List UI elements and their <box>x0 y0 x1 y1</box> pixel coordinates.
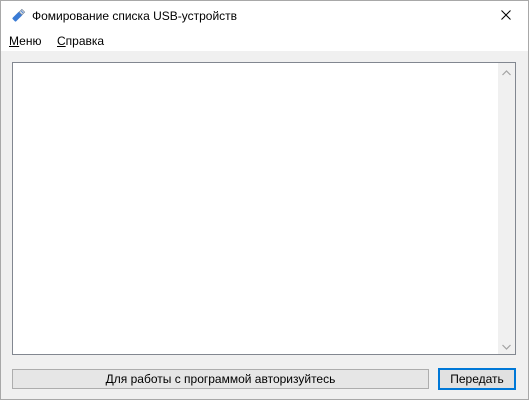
close-icon <box>500 9 511 23</box>
menu-item-help[interactable]: Справка <box>56 34 105 48</box>
usb-drive-icon <box>10 8 26 24</box>
scroll-down-button[interactable] <box>498 337 515 354</box>
close-button[interactable] <box>483 1 528 30</box>
menu-bar: Меню Справка <box>1 32 528 51</box>
main-window: Фомирование списка USB-устройств Меню Сп… <box>0 0 529 400</box>
chevron-up-icon <box>502 65 511 79</box>
window-title: Фомирование списка USB-устройств <box>32 9 238 23</box>
title-bar[interactable]: Фомирование списка USB-устройств <box>1 1 528 32</box>
menu-item-menu[interactable]: Меню <box>8 34 42 48</box>
device-list[interactable] <box>12 62 516 355</box>
send-button[interactable]: Передать <box>438 368 516 390</box>
chevron-down-icon <box>502 339 511 353</box>
scroll-up-button[interactable] <box>498 63 515 80</box>
vertical-scrollbar[interactable] <box>498 63 515 354</box>
status-message: Для работы с программой авторизуйтесь <box>12 369 429 389</box>
